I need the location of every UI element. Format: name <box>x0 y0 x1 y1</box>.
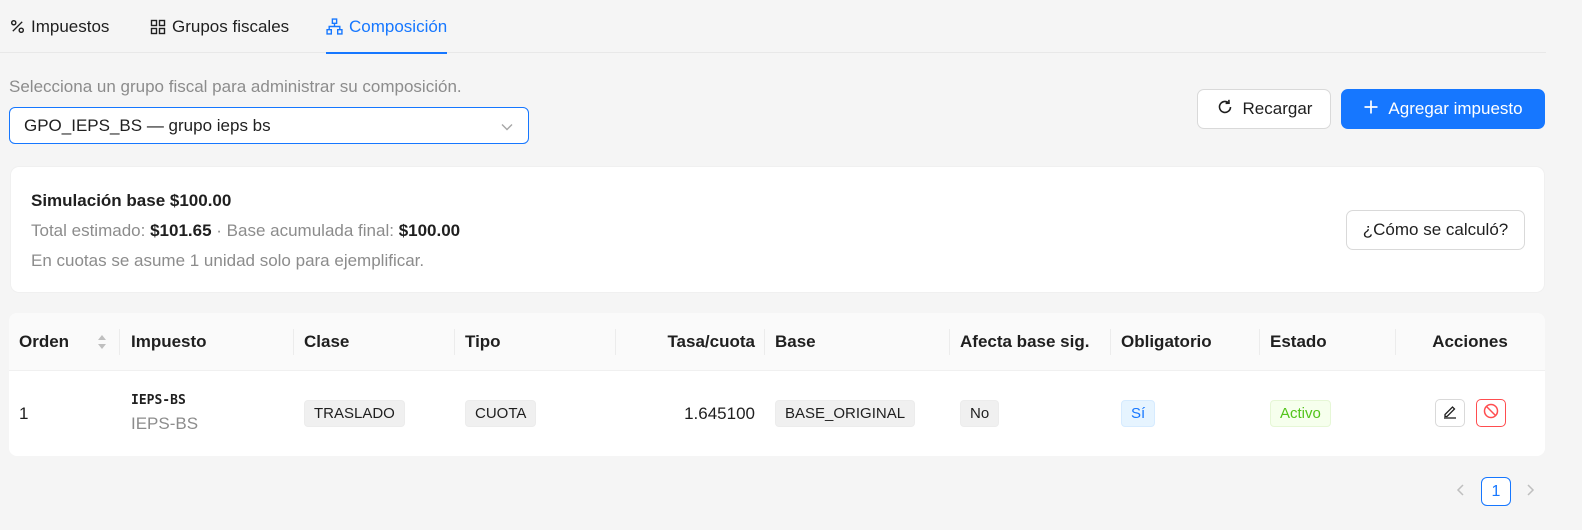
column-header-tasa: Tasa/cuota <box>667 332 755 351</box>
base-tag: BASE_ORIGINAL <box>775 400 916 427</box>
column-divider <box>119 329 120 355</box>
cell-obligatorio: Sí <box>1121 371 1156 456</box>
grid-icon <box>150 19 166 35</box>
page-button-current[interactable]: 1 <box>1481 477 1511 506</box>
plus-icon <box>1363 99 1379 120</box>
column-header-clase: Clase <box>304 332 350 351</box>
edit-button[interactable] <box>1435 399 1465 427</box>
table-row: 1 IEPS-BS IEPS-BS TRASLADO CUOTA 1.64510… <box>9 371 1545 456</box>
cell-estado: Activo <box>1270 371 1331 456</box>
composition-table: Orden Impuesto Clase Tipo Tasa/cuota Bas… <box>9 313 1545 456</box>
cell-tipo: CUOTA <box>465 371 537 456</box>
column-divider <box>764 329 765 355</box>
column-divider <box>1110 329 1111 355</box>
column-header-tipo: Tipo <box>465 332 501 351</box>
column-header-estado: Estado <box>1270 332 1327 351</box>
simulation-title: Simulación base $100.00 <box>31 191 232 210</box>
tab-composicion[interactable]: Composición <box>326 0 448 54</box>
table-header: Orden Impuesto Clase Tipo Tasa/cuota Bas… <box>9 313 1545 371</box>
separator: · <box>216 221 222 240</box>
column-header-base: Base <box>775 332 816 351</box>
chevron-left-icon <box>1456 483 1466 502</box>
tax-name: IEPS-BS <box>131 414 199 433</box>
simulation-totals: Total estimado: $101.65 · Base acumulada… <box>31 221 460 241</box>
tab-bar: Impuestos Grupos fiscales Composición <box>0 0 1546 54</box>
simulation-note: En cuotas se asume 1 unidad solo para ej… <box>31 251 425 270</box>
column-divider <box>454 329 455 355</box>
ban-icon <box>1482 402 1500 425</box>
previous-page-button[interactable] <box>1449 480 1473 504</box>
cell-tasa: 1.645100 <box>684 403 755 423</box>
next-page-button[interactable] <box>1518 480 1542 504</box>
tax-code: IEPS-BS <box>131 393 186 408</box>
sort-icon[interactable] <box>97 333 107 356</box>
clase-tag: TRASLADO <box>304 400 405 427</box>
base-value: $100.00 <box>398 221 461 240</box>
hierarchy-icon <box>326 18 343 35</box>
column-header-obligatorio: Obligatorio <box>1121 332 1212 351</box>
tab-grupos-fiscales[interactable]: Grupos fiscales <box>150 0 289 53</box>
total-value: $101.65 <box>150 221 212 240</box>
reload-icon <box>1216 98 1234 121</box>
cell-impuesto: IEPS-BS IEPS-BS <box>131 371 198 456</box>
column-header-afecta: Afecta base sig. <box>960 332 1090 351</box>
cell-orden: 1 <box>19 403 29 423</box>
column-divider <box>1259 329 1260 355</box>
edit-icon <box>1442 403 1458 424</box>
cell-clase: TRASLADO <box>304 371 405 456</box>
select-value: GPO_IEPS_BS — grupo ieps bs <box>24 115 271 135</box>
cell-base: BASE_ORIGINAL <box>775 371 916 456</box>
how-calculated-label: ¿Cómo se calculó? <box>1362 220 1509 239</box>
base-label: Base acumulada final: <box>226 221 394 240</box>
column-header-acciones: Acciones <box>1432 332 1508 351</box>
simulation-card: Simulación base $100.00 Total estimado: … <box>10 166 1545 293</box>
tab-label: Composición <box>349 16 448 36</box>
how-calculated-button[interactable]: ¿Cómo se calculó? <box>1346 210 1525 250</box>
deactivate-button[interactable] <box>1476 399 1506 427</box>
column-divider <box>293 329 294 355</box>
fiscal-group-select[interactable]: GPO_IEPS_BS — grupo ieps bs <box>9 107 529 144</box>
tab-label: Grupos fiscales <box>172 16 290 36</box>
add-tax-label: Agregar impuesto <box>1388 99 1523 118</box>
status-badge: Activo <box>1270 400 1331 427</box>
obligatorio-tag: Sí <box>1121 400 1156 427</box>
column-divider <box>615 329 616 355</box>
tipo-tag: CUOTA <box>465 400 537 427</box>
column-header-impuesto: Impuesto <box>131 332 207 351</box>
column-header-orden[interactable]: Orden <box>19 313 69 371</box>
chevron-right-icon <box>1525 483 1535 502</box>
percent-icon <box>10 19 25 34</box>
reload-label: Recargar <box>1242 99 1313 118</box>
chevron-down-icon <box>500 119 514 139</box>
afecta-tag: No <box>960 400 1000 427</box>
column-divider <box>949 329 950 355</box>
add-tax-button[interactable]: Agregar impuesto <box>1341 89 1545 129</box>
tab-impuestos[interactable]: Impuestos <box>10 0 109 53</box>
tab-label: Impuestos <box>31 16 110 36</box>
selector-hint: Selecciona un grupo fiscal para administ… <box>9 77 462 96</box>
total-label: Total estimado: <box>31 221 146 240</box>
cell-afecta: No <box>960 371 1000 456</box>
reload-button[interactable]: Recargar <box>1197 89 1331 129</box>
